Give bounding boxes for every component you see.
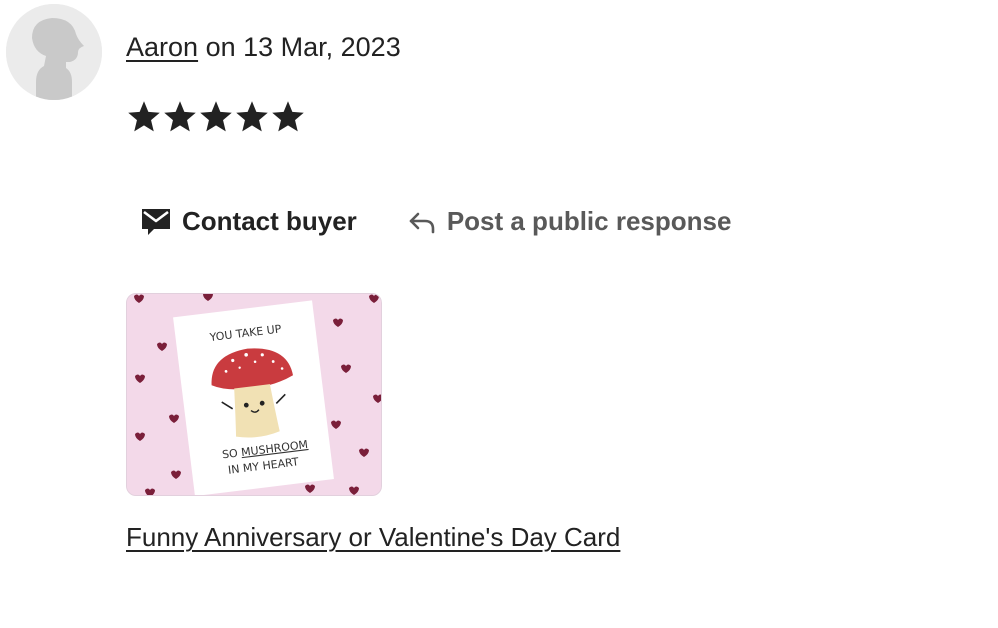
product-title-link[interactable]: Funny Anniversary or Valentine's Day Car…	[126, 520, 620, 554]
card-text-line-2-prefix: SO	[221, 446, 242, 461]
star-icon	[234, 96, 270, 138]
date-prefix: on	[198, 32, 244, 62]
post-public-response-button[interactable]: Post a public response	[407, 205, 732, 237]
review-date: 13 Mar, 2023	[243, 32, 401, 62]
contact-buyer-button[interactable]: Contact buyer	[140, 205, 357, 237]
message-envelope-icon	[140, 205, 172, 237]
star-icon	[126, 96, 162, 138]
reviewer-name-link[interactable]: Aaron	[126, 32, 198, 62]
post-public-response-label: Post a public response	[446, 205, 732, 236]
person-silhouette-icon	[6, 4, 102, 100]
star-icon	[198, 96, 234, 138]
review-card: Aaron on 13 Mar, 2023 Contact buyer Post…	[0, 0, 998, 628]
reviewer-avatar[interactable]	[6, 4, 102, 100]
contact-buyer-label: Contact buyer	[182, 205, 357, 236]
review-actions: Contact buyer Post a public response	[140, 200, 731, 242]
product-thumbnail[interactable]: YOU TAKE UP SO MUSHROOM IN MY HEART	[126, 293, 382, 496]
star-rating	[126, 96, 306, 138]
reply-arrow-icon	[407, 206, 437, 236]
star-icon	[270, 96, 306, 138]
review-header: Aaron on 13 Mar, 2023	[126, 30, 401, 64]
product-image: YOU TAKE UP SO MUSHROOM IN MY HEART	[127, 294, 381, 495]
star-icon	[162, 96, 198, 138]
